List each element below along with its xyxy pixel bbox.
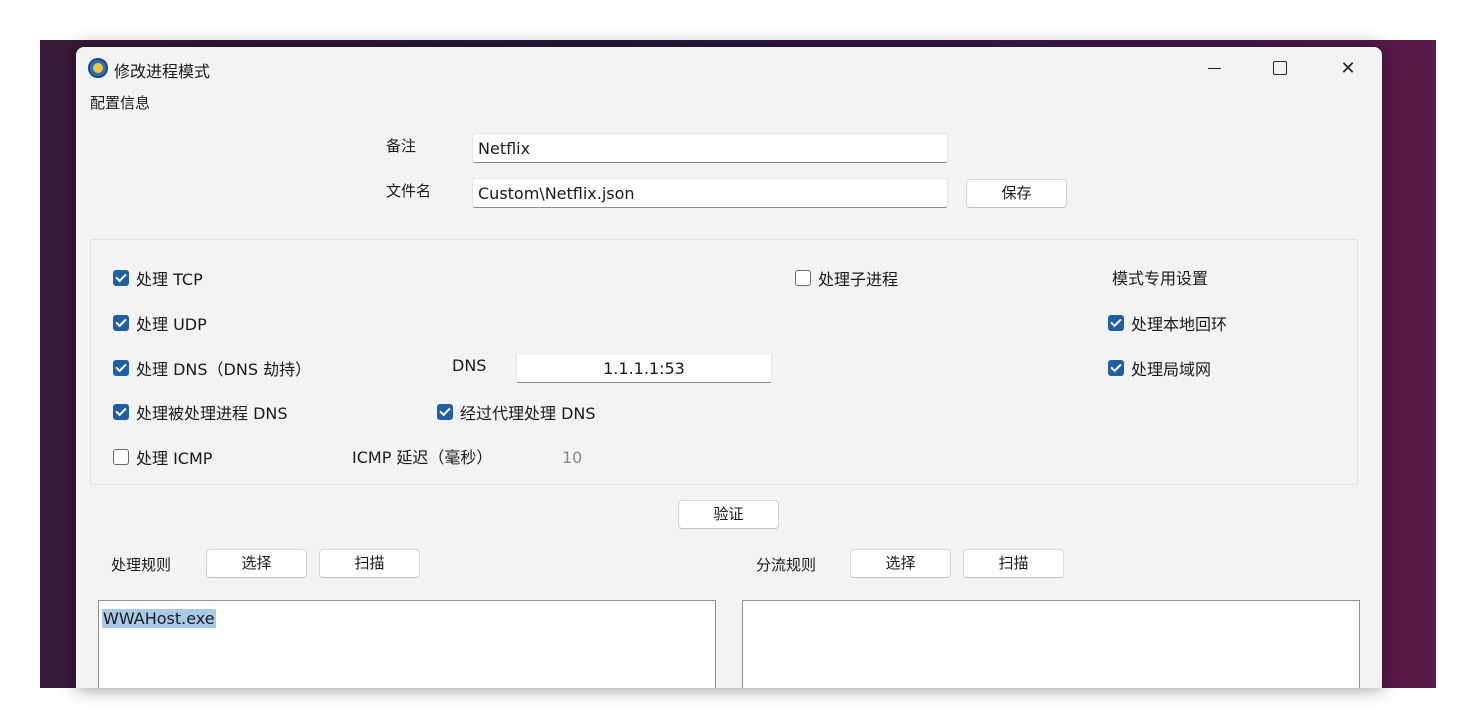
split-rules-select-button[interactable]: 选择	[850, 549, 951, 578]
minimize-button[interactable]	[1182, 47, 1246, 89]
remark-input[interactable]: Netflix	[472, 133, 948, 163]
menu-config-info[interactable]: 配置信息	[90, 92, 150, 113]
dns-label: DNS	[452, 356, 487, 375]
proxy-dns-label: 经过代理处理 DNS	[460, 404, 596, 423]
process-udp-label: 处理 UDP	[136, 315, 207, 334]
checkbox-checked-icon	[113, 360, 129, 376]
split-rules-label: 分流规则	[756, 556, 817, 574]
proxy-dns-checkbox[interactable]: 经过代理处理 DNS	[437, 400, 596, 424]
split-rules-list[interactable]	[742, 600, 1360, 688]
checkbox-checked-icon	[113, 315, 129, 331]
dns-input[interactable]: 1.1.1.1:53	[516, 353, 772, 383]
checkbox-unchecked-icon	[795, 270, 811, 286]
checkbox-checked-icon	[1108, 360, 1124, 376]
process-icmp-checkbox[interactable]: 处理 ICMP	[113, 445, 212, 469]
maximize-icon	[1273, 61, 1287, 75]
modify-process-mode-window: 修改进程模式 ✕ 配置信息 备注 Netflix 文件名 Custom\Netf…	[76, 47, 1382, 688]
icmp-delay-input[interactable]: 10	[562, 448, 582, 467]
process-rules-list[interactable]: WWAHost.exe	[98, 600, 716, 688]
window-title: 修改进程模式	[114, 62, 211, 81]
icmp-delay-label: ICMP 延迟（毫秒）	[352, 448, 493, 467]
app-icon	[88, 58, 108, 78]
checkbox-checked-icon	[1108, 315, 1124, 331]
process-dns-label: 处理 DNS（DNS 劫持）	[136, 360, 312, 379]
mode-settings-heading: 模式专用设置	[1112, 269, 1209, 288]
filename-input[interactable]: Custom\Netflix.json	[472, 178, 948, 208]
process-handled-dns-label: 处理被处理进程 DNS	[136, 404, 288, 423]
process-loopback-label: 处理本地回环	[1131, 315, 1228, 334]
checkbox-unchecked-icon	[113, 449, 129, 465]
save-button[interactable]: 保存	[966, 179, 1067, 208]
title-bar[interactable]: 修改进程模式 ✕	[76, 47, 1382, 89]
filename-label: 文件名	[386, 182, 432, 200]
process-tcp-label: 处理 TCP	[136, 270, 203, 289]
list-item[interactable]: WWAHost.exe	[102, 609, 216, 628]
remark-label: 备注	[386, 137, 417, 155]
process-rules-scan-button[interactable]: 扫描	[319, 549, 420, 578]
process-handled-dns-checkbox[interactable]: 处理被处理进程 DNS	[113, 400, 288, 424]
minimize-icon	[1207, 67, 1221, 69]
maximize-button[interactable]	[1248, 47, 1312, 89]
process-lan-label: 处理局域网	[1131, 360, 1212, 379]
process-child-checkbox[interactable]: 处理子进程	[795, 266, 898, 290]
process-tcp-checkbox[interactable]: 处理 TCP	[113, 266, 203, 290]
checkbox-checked-icon	[437, 404, 453, 420]
checkbox-checked-icon	[113, 270, 129, 286]
process-icmp-label: 处理 ICMP	[136, 449, 213, 468]
process-lan-checkbox[interactable]: 处理局域网	[1108, 356, 1211, 380]
close-icon: ✕	[1340, 57, 1356, 79]
process-dns-checkbox[interactable]: 处理 DNS（DNS 劫持）	[113, 356, 311, 380]
checkbox-checked-icon	[113, 404, 129, 420]
split-rules-scan-button[interactable]: 扫描	[963, 549, 1064, 578]
process-rules-label: 处理规则	[111, 556, 172, 574]
close-button[interactable]: ✕	[1316, 47, 1380, 89]
process-loopback-checkbox[interactable]: 处理本地回环	[1108, 311, 1227, 335]
validate-button[interactable]: 验证	[678, 500, 779, 529]
process-child-label: 处理子进程	[818, 270, 899, 289]
process-rules-select-button[interactable]: 选择	[206, 549, 307, 578]
process-udp-checkbox[interactable]: 处理 UDP	[113, 311, 207, 335]
